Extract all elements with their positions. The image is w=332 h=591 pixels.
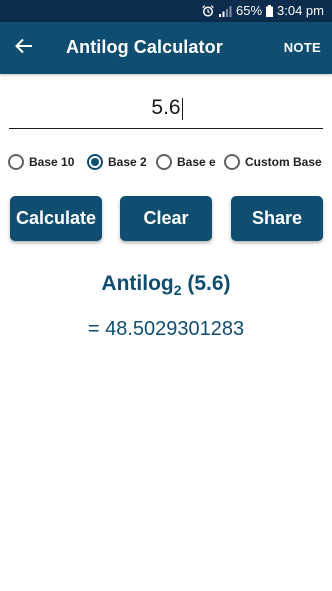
radio-label: Base e xyxy=(177,155,216,169)
radio-label: Base 10 xyxy=(29,155,75,169)
radio-unchecked-icon xyxy=(8,154,24,170)
status-icons: 65% 3:04 pm xyxy=(202,3,324,18)
radio-label: Base 2 xyxy=(108,155,147,169)
base-selector: Base 10 Base 2 Base e Custom Base xyxy=(8,150,326,174)
app-title: Antilog Calculator xyxy=(66,37,223,57)
clear-button[interactable]: Clear xyxy=(120,196,212,241)
text-caret xyxy=(181,98,184,120)
radio-label: Custom Base xyxy=(245,155,322,169)
radio-base-e[interactable]: Base e xyxy=(156,150,216,174)
result-base: 2 xyxy=(173,282,182,298)
app-bar: Antilog Calculator NOTE xyxy=(0,22,332,74)
share-button[interactable]: Share xyxy=(231,196,323,241)
status-bar: 65% 3:04 pm xyxy=(0,0,332,22)
result-title: Antilog2 (5.6) xyxy=(0,272,332,298)
radio-unchecked-icon xyxy=(224,154,240,170)
radio-base-2[interactable]: Base 2 xyxy=(87,150,147,174)
signal-icon xyxy=(218,5,232,17)
radio-base-10[interactable]: Base 10 xyxy=(8,150,74,174)
calculate-button[interactable]: Calculate xyxy=(10,196,102,241)
battery-percent: 65% xyxy=(235,3,263,18)
alarm-icon xyxy=(202,4,214,17)
number-input-container xyxy=(9,90,323,129)
result-argument: (5.6) xyxy=(187,272,231,295)
battery-icon xyxy=(266,4,274,17)
radio-unchecked-icon xyxy=(156,154,172,170)
status-time: 3:04 pm xyxy=(277,3,324,18)
number-input[interactable] xyxy=(9,90,323,126)
note-button[interactable]: NOTE xyxy=(284,40,321,55)
result-value: = 48.5029301283 xyxy=(87,318,245,340)
back-button[interactable] xyxy=(10,34,38,62)
radio-checked-icon xyxy=(87,154,103,170)
back-arrow-icon xyxy=(15,38,33,59)
radio-custom-base[interactable]: Custom Base xyxy=(224,150,322,174)
result-function: Antilog xyxy=(101,272,174,295)
